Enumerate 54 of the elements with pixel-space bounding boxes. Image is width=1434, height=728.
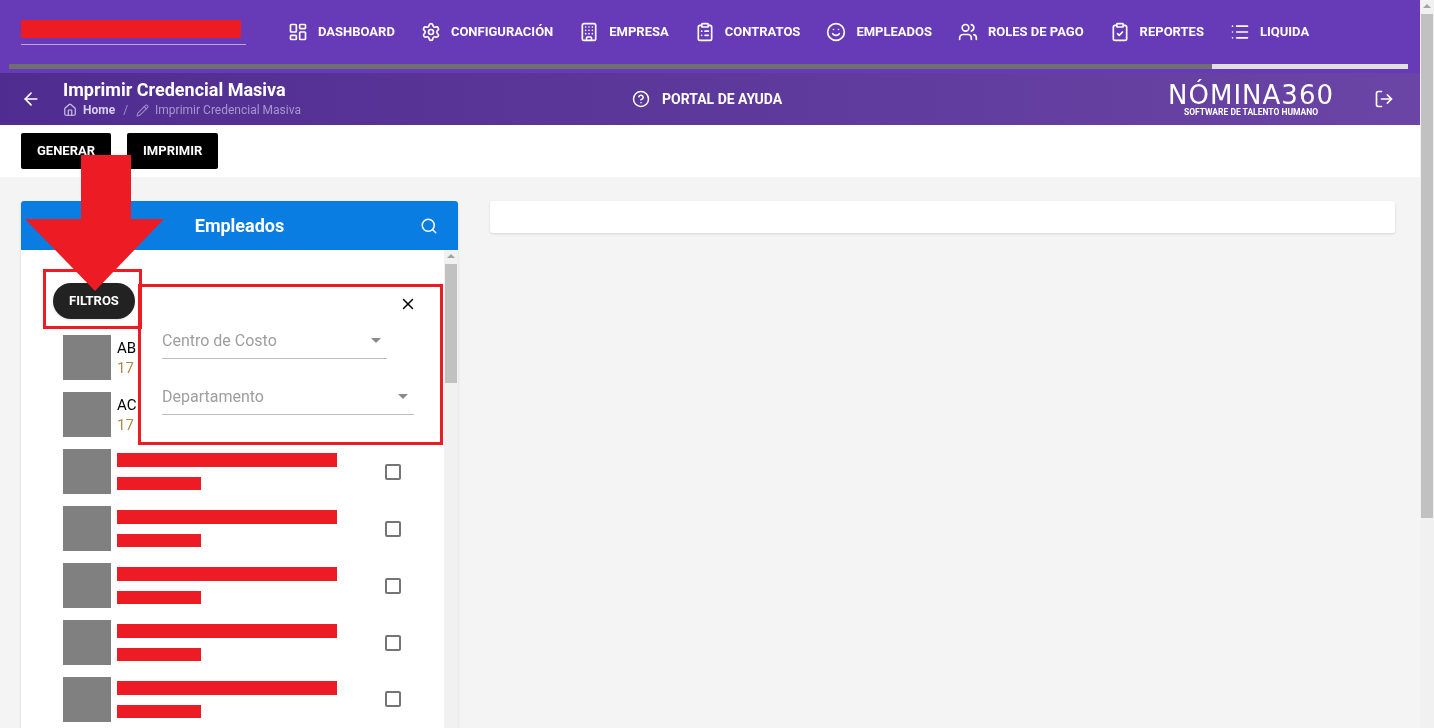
select-placeholder: Centro de Costo: [162, 329, 277, 352]
scrollbar[interactable]: [444, 250, 458, 728]
people-icon: [957, 22, 978, 42]
help-icon: [632, 90, 650, 108]
nav-link[interactable]: REPORTES: [1109, 22, 1204, 42]
scroll-up-icon: [447, 254, 455, 258]
page-title: Imprimir Credencial Masiva: [63, 79, 287, 101]
gear-icon: [420, 22, 441, 42]
list-icon: [1229, 22, 1250, 42]
employee-name: AC: [117, 394, 137, 415]
logout-icon[interactable]: [1374, 89, 1394, 109]
select-placeholder: Departamento: [162, 385, 264, 408]
home-icon: [63, 103, 77, 117]
scrollbar-thumb[interactable]: [445, 264, 457, 383]
employee-id: 17: [117, 414, 135, 435]
caret-icon: [398, 394, 408, 399]
avatar-placeholder: [63, 335, 111, 381]
checkbox[interactable]: [385, 463, 401, 480]
checkbox[interactable]: [385, 634, 401, 651]
avatar-placeholder: [63, 563, 111, 609]
breadcrumb-link[interactable]: Home: [83, 101, 116, 119]
employee-name: AB: [117, 337, 137, 358]
avatar-placeholder: [63, 392, 111, 438]
building-icon: [579, 22, 600, 42]
nav-link[interactable]: EMPRESA: [579, 22, 669, 42]
filter-button[interactable]: FILTROS: [53, 283, 135, 319]
avatar-placeholder: [63, 676, 111, 722]
checkbox[interactable]: [385, 691, 401, 708]
nav-link[interactable]: LIQUIDA: [1229, 22, 1310, 42]
checkbox[interactable]: [385, 577, 401, 594]
avatar-placeholder: [63, 449, 111, 495]
help-link[interactable]: PORTAL DE AYUDA: [632, 88, 783, 110]
logo-tagline: SOFTWARE DE TALENTO HUMANO: [1183, 107, 1319, 117]
search-icon[interactable]: [420, 216, 438, 235]
breadcrumb-current: Imprimir Credencial Masiva: [155, 102, 301, 119]
nav-link[interactable]: CONFIGURACIÓN: [420, 22, 554, 42]
checkbox[interactable]: [385, 520, 401, 537]
employee-id: 17: [117, 357, 135, 378]
avatar-placeholder: [63, 506, 111, 552]
avatar-placeholder: [63, 620, 111, 665]
nav-link[interactable]: DASHBOARD: [288, 22, 395, 42]
scroll-up-icon: [1423, 4, 1431, 8]
dashboard-icon: [288, 22, 308, 42]
action-button[interactable]: IMPRIMIR: [127, 133, 219, 169]
nav-link[interactable]: EMPLEADOS: [826, 22, 932, 42]
logo-name: NÓMINA360: [1168, 81, 1334, 108]
pencil-icon: [136, 103, 150, 117]
caret-icon: [371, 338, 381, 343]
breadcrumb-separator: /: [123, 102, 129, 119]
face-icon: [826, 22, 847, 42]
nav-link[interactable]: CONTRATOS: [694, 22, 801, 42]
scrollbar-thumb[interactable]: [1421, 14, 1433, 518]
panel-title: Empleados: [194, 214, 285, 238]
nav-link[interactable]: ROLES DE PAGO: [957, 22, 1084, 42]
